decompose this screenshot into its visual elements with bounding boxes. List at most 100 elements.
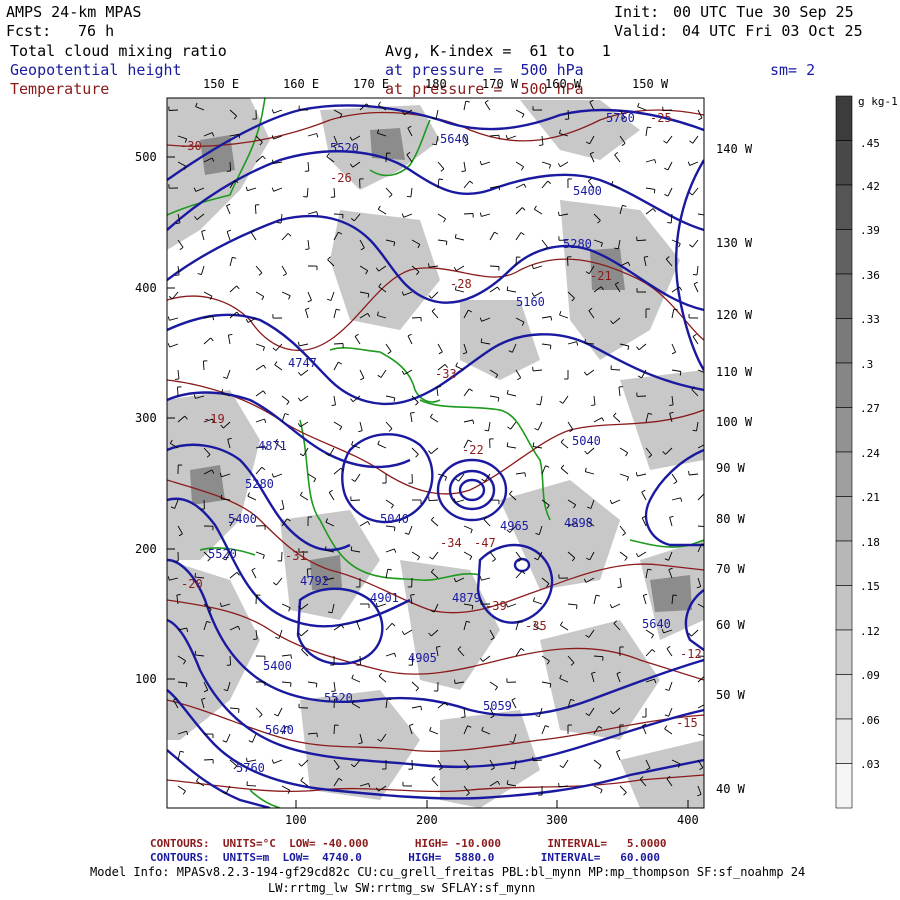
wind-barb-flag	[653, 189, 656, 194]
height-label: 5040	[572, 434, 601, 448]
height-label: 5760	[606, 111, 635, 125]
wind-barb-flag	[194, 650, 197, 655]
colorbar-level: .33	[860, 313, 880, 326]
wind-barb-flag	[538, 144, 544, 146]
wind-barb-flag	[438, 178, 443, 180]
wind-barb-flag	[647, 126, 652, 129]
wind-barb-flag	[410, 594, 415, 596]
lon-label-right: 60 W	[716, 618, 745, 632]
wind-barb	[610, 368, 621, 371]
wind-barb	[385, 152, 387, 163]
colorbar-level: .09	[860, 669, 880, 682]
lon-label-right: 50 W	[716, 688, 745, 702]
wind-barb-flag	[428, 263, 430, 268]
colorbar-unit: g kg-1	[858, 95, 898, 108]
wind-barb	[350, 499, 361, 501]
height-label: 5640	[642, 617, 671, 631]
wind-barb-flag	[253, 638, 258, 640]
colorbar-swatch	[835, 718, 853, 764]
height-label: 5400	[573, 184, 602, 198]
wind-barb-flag	[669, 404, 674, 406]
colorbar-level: .06	[860, 714, 880, 727]
wind-barb-flag	[705, 676, 708, 679]
colorbar-level: .42	[860, 180, 880, 193]
colorbar-swatch	[835, 451, 853, 497]
colorbar-level: .12	[860, 625, 880, 638]
lon-label-right: 100 W	[716, 415, 753, 429]
wind-barb	[229, 161, 232, 172]
height-label: 5040	[380, 512, 409, 526]
temp-label: -25	[650, 111, 672, 125]
wind-barb-flag	[524, 472, 526, 477]
wind-barb-flag	[277, 222, 282, 224]
wind-barb-flag	[174, 378, 180, 380]
height-label: 4965	[500, 519, 529, 533]
wind-barb-flag	[387, 698, 392, 701]
wind-barb-flag	[688, 470, 690, 476]
colorbar-swatch	[835, 629, 853, 675]
colorbar-level: .18	[860, 536, 880, 549]
lon-label-right: 110 W	[716, 365, 753, 379]
colorbar-level: .39	[860, 224, 880, 237]
height-label: 5640	[440, 132, 469, 146]
wind-barb-flag	[406, 195, 411, 198]
lon-label-right: 70 W	[716, 562, 745, 576]
y-tick-label: 300	[135, 411, 157, 425]
height-label: 4905	[408, 651, 437, 665]
y-tick-label: 400	[135, 281, 157, 295]
temp-label: -30	[180, 139, 202, 153]
colorbar-swatch	[835, 273, 853, 319]
colorbar-level: .24	[860, 447, 880, 460]
colorbar-swatch	[835, 140, 853, 186]
wind-barb-flag	[617, 586, 622, 588]
height-label: 5280	[245, 477, 274, 491]
wind-barb-flag	[703, 493, 704, 494]
x-tick-label: 100	[285, 813, 307, 827]
wind-barb-flag	[436, 386, 441, 388]
temp-label: -35	[525, 619, 547, 633]
y-tick-label: 200	[135, 542, 157, 556]
wind-barb	[168, 109, 179, 111]
wind-barb-flag	[706, 704, 708, 708]
temp-label: -31	[285, 549, 307, 563]
temp-label: -28	[450, 277, 472, 291]
height-label: 4871	[258, 439, 287, 453]
wind-barb-flag	[220, 494, 223, 499]
colorbar-swatch	[835, 95, 853, 141]
height-label: 5059	[483, 699, 512, 713]
wind-barb-flag	[706, 444, 708, 448]
wind-barb	[411, 316, 422, 319]
wind-barb	[246, 784, 257, 787]
wind-barb-flag	[549, 345, 552, 350]
height-label: 5160	[516, 295, 545, 309]
height-label: 5760	[236, 761, 265, 775]
colorbar-level: .21	[860, 491, 880, 504]
lon-label-right: 120 W	[716, 308, 753, 322]
wind-barb-flag	[591, 404, 596, 406]
colorbar-swatch	[835, 407, 853, 453]
colorbar-level: .15	[860, 580, 880, 593]
temp-label: -26	[330, 171, 352, 185]
temp-label: -34	[440, 536, 462, 550]
wind-barb	[333, 343, 344, 345]
footer-model-info: Model Info: MPASv8.2.3-194-gf29cd82c CU:…	[90, 865, 806, 879]
wind-barb-flag	[706, 215, 707, 219]
temp-label: -15	[676, 716, 698, 730]
wind-barb	[333, 724, 336, 735]
wind-barb-flag	[461, 170, 466, 172]
temp-label: -47	[474, 536, 496, 550]
x-tick-label: 400	[677, 813, 699, 827]
x-tick-label: 200	[416, 813, 438, 827]
height-label: 5640	[265, 723, 294, 737]
wind-barb	[177, 386, 179, 397]
colorbar-swatch	[835, 184, 853, 230]
lon-label-right: 130 W	[716, 236, 753, 250]
height-label: 4747	[288, 356, 317, 370]
y-tick-label: 100	[135, 672, 157, 686]
height-label: 5520	[208, 547, 237, 561]
colorbar-swatch	[835, 318, 853, 364]
colorbar-level: .27	[860, 402, 880, 415]
wind-barb	[489, 265, 500, 267]
lon-label-right: 40 W	[716, 782, 745, 796]
wind-barb-flag	[454, 679, 456, 684]
